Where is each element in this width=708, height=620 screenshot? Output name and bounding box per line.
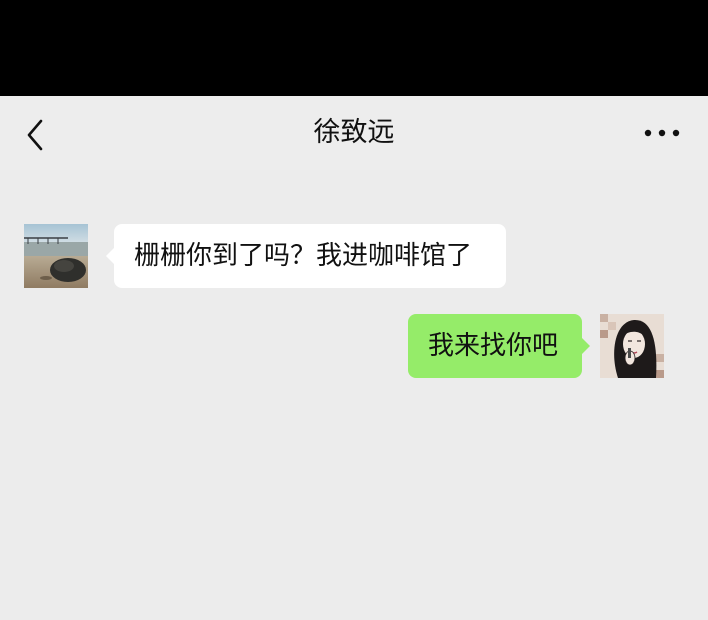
my-avatar[interactable] <box>600 314 664 378</box>
incoming-message-bubble[interactable]: 栅栅你到了吗？我进咖啡馆了 <box>106 224 506 288</box>
chat-title: 徐致远 <box>313 117 395 148</box>
seaside-rock-photo <box>24 224 88 288</box>
more-dots-icon <box>644 129 680 137</box>
contact-avatar[interactable] <box>24 224 88 288</box>
outgoing-message-bubble[interactable]: 我来找你吧 <box>408 314 590 378</box>
more-button[interactable] <box>640 118 684 148</box>
girl-portrait-illustration <box>600 314 664 378</box>
status-bar <box>0 0 708 96</box>
